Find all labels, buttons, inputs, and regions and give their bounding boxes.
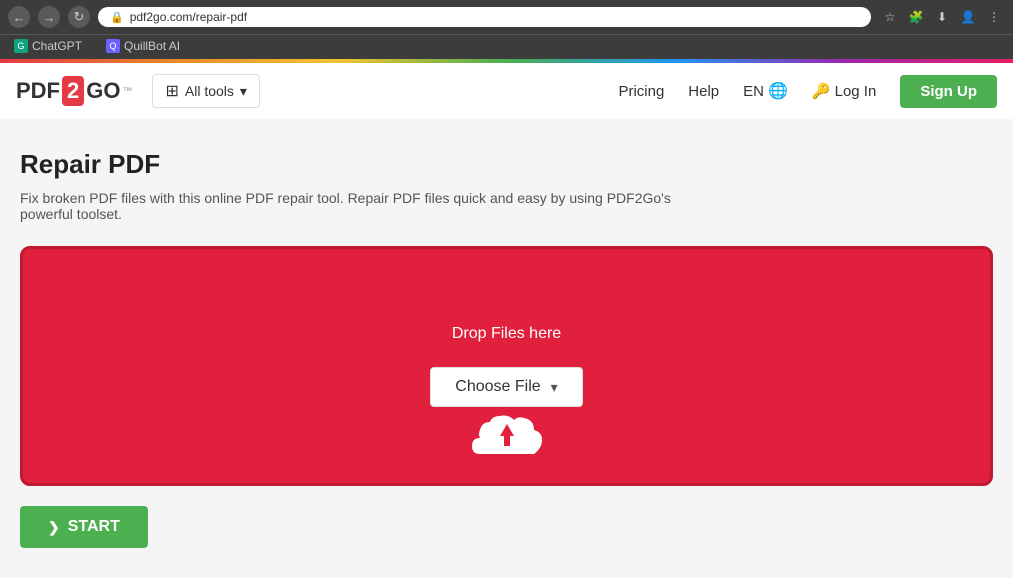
pricing-link[interactable]: Pricing <box>618 83 664 100</box>
chevron-down-icon: ▾ <box>240 83 247 100</box>
extensions-button[interactable]: 🧩 <box>905 6 927 28</box>
logo[interactable]: PDF 2 GO ™ <box>16 76 132 106</box>
chatgpt-label: ChatGPT <box>32 39 82 53</box>
browser-actions: ☆ 🧩 ⬇ 👤 ⋮ <box>879 6 1005 28</box>
all-tools-label: All tools <box>185 83 234 99</box>
bookmarks-bar: G ChatGPT Q QuillBot AI <box>0 34 1013 59</box>
cloud-upload-icon <box>462 406 552 469</box>
chevron-down-icon: ▾ <box>551 379 558 396</box>
start-label: START <box>68 518 120 536</box>
start-button[interactable]: ❯ START <box>20 506 148 548</box>
back-button[interactable]: ← <box>8 6 30 28</box>
login-button[interactable]: 🔑 Log In <box>812 82 876 100</box>
globe-icon: 🌐 <box>768 81 788 101</box>
menu-button[interactable]: ⋮ <box>983 6 1005 28</box>
login-icon: 🔑 <box>812 82 831 100</box>
main-nav: PDF 2 GO ™ ⊞ All tools ▾ Pricing Help EN… <box>0 63 1013 119</box>
logo-tm: ™ <box>122 86 132 97</box>
logo-pdf: PDF <box>16 78 60 104</box>
chatgpt-favicon: G <box>14 39 28 53</box>
logo-go: GO <box>86 78 120 104</box>
lang-label: EN <box>743 83 764 100</box>
quillbot-favicon: Q <box>106 39 120 53</box>
bookmark-star-button[interactable]: ☆ <box>879 6 901 28</box>
choose-file-button[interactable]: Choose File ▾ <box>430 367 582 407</box>
lock-icon: 🔒 <box>110 11 124 24</box>
profile-button[interactable]: 👤 <box>957 6 979 28</box>
page-content: Repair PDF Fix broken PDF files with thi… <box>0 119 1013 578</box>
lang-selector[interactable]: EN 🌐 <box>743 81 788 101</box>
page-title: Repair PDF <box>20 149 993 180</box>
signup-button[interactable]: Sign Up <box>900 75 997 108</box>
logo-2: 2 <box>62 76 84 106</box>
all-tools-button[interactable]: ⊞ All tools ▾ <box>152 74 259 108</box>
bookmark-quillbot[interactable]: Q QuillBot AI <box>100 37 186 55</box>
download-button[interactable]: ⬇ <box>931 6 953 28</box>
start-icon: ❯ <box>48 519 60 536</box>
url-text: pdf2go.com/repair-pdf <box>130 10 247 24</box>
page-description: Fix broken PDF files with this online PD… <box>20 190 720 222</box>
choose-file-label: Choose File <box>455 378 540 396</box>
reload-button[interactable]: ↻ <box>68 6 90 28</box>
bookmark-chatgpt[interactable]: G ChatGPT <box>8 37 88 55</box>
forward-button[interactable]: → <box>38 6 60 28</box>
quillbot-label: QuillBot AI <box>124 39 180 53</box>
nav-links: Pricing Help EN 🌐 🔑 Log In Sign Up <box>618 75 997 108</box>
drop-files-text: Drop Files here <box>452 325 561 343</box>
browser-chrome: ← → ↻ 🔒 pdf2go.com/repair-pdf ☆ 🧩 ⬇ 👤 ⋮ <box>0 0 1013 34</box>
address-bar[interactable]: 🔒 pdf2go.com/repair-pdf <box>98 7 871 27</box>
grid-icon: ⊞ <box>165 81 178 101</box>
page-wrapper: Repair PDF Fix broken PDF files with thi… <box>20 149 993 548</box>
upload-area[interactable]: Drop Files here Choose File ▾ <box>20 246 993 486</box>
login-label: Log In <box>835 83 877 100</box>
help-link[interactable]: Help <box>688 83 719 100</box>
